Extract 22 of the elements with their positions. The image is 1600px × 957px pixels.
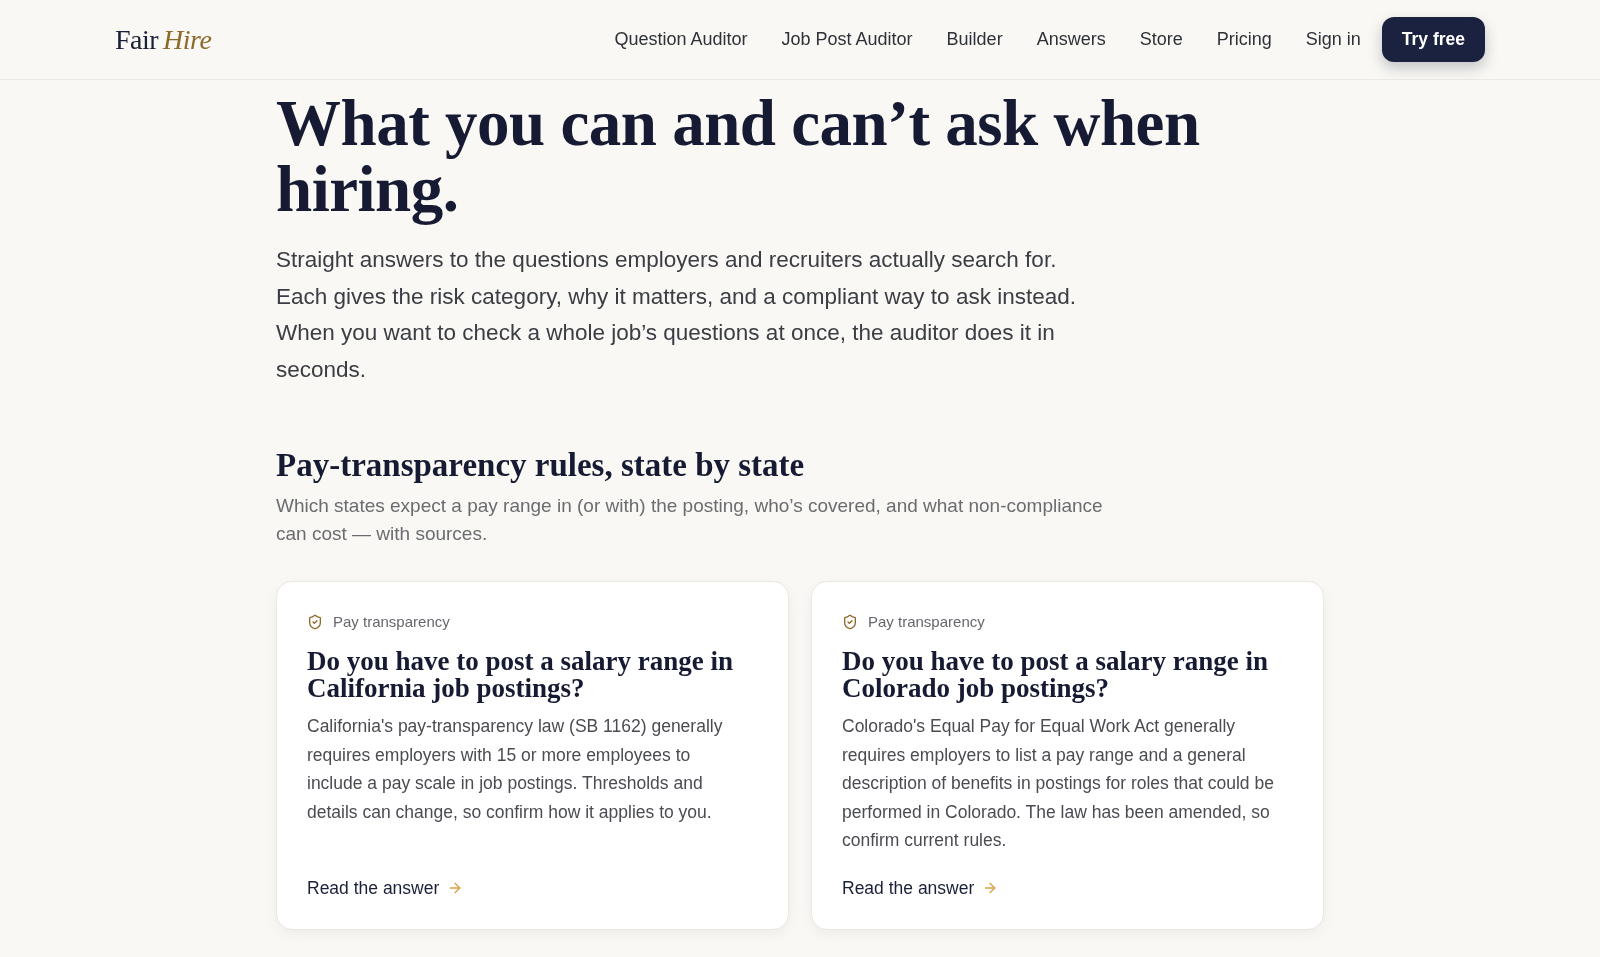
- nav-link[interactable]: Question Auditor: [614, 26, 748, 53]
- card-description: Colorado's Equal Pay for Equal Work Act generally requires employers to list a pay range and a general description of benefits in postings for roles that could be performed in Colorado. The law has been amended, so confirm current rules.: [842, 715, 1275, 852]
- logo[interactable]: Fair Hire: [115, 25, 212, 54]
- nav-link[interactable]: Pricing: [1216, 26, 1272, 53]
- nav-link[interactable]: Builder: [946, 26, 1003, 53]
- shield-check-icon: [842, 614, 858, 631]
- nav-link[interactable]: Store: [1139, 26, 1183, 53]
- card-title: Do you have to post a salary range in Colorado job postings?: [842, 648, 1269, 703]
- nav-link[interactable]: Answers: [1036, 26, 1106, 53]
- section-description: Which states expect a pay range in (or with) the posting, who’s covered, and what non-compliance can cost — with sources.: [276, 493, 1104, 546]
- nav-link[interactable]: Sign in: [1305, 26, 1361, 53]
- intro-paragraph: Straight answers to the questions employers and recruiters actually search for. Each gives the risk category, why it matters, and a compliant way to ask instead. When you want to check a whole job’s questions at once, the auditor does it in seconds.: [276, 246, 1077, 385]
- category-tag: Pay transparency: [868, 610, 985, 634]
- section-heading: Pay-transparency rules, state by state: [276, 445, 806, 485]
- read-answer-link[interactable]: Read the answer: [307, 874, 464, 901]
- shield-check-icon: [307, 614, 323, 631]
- category-tag: Pay transparency: [333, 610, 450, 634]
- card-title: Do you have to post a salary range in California job postings?: [307, 648, 734, 703]
- try-free-button[interactable]: Try free: [1381, 17, 1485, 62]
- read-answer-link[interactable]: Read the answer: [842, 874, 999, 901]
- nav-link[interactable]: Job Post Auditor: [781, 26, 913, 53]
- card-description: California's pay-transparency law (SB 1162) generally requires employers with 15 or more employees to include a pay scale in job postings. Thresholds and details can change, so confirm how it applies to you.: [307, 715, 724, 824]
